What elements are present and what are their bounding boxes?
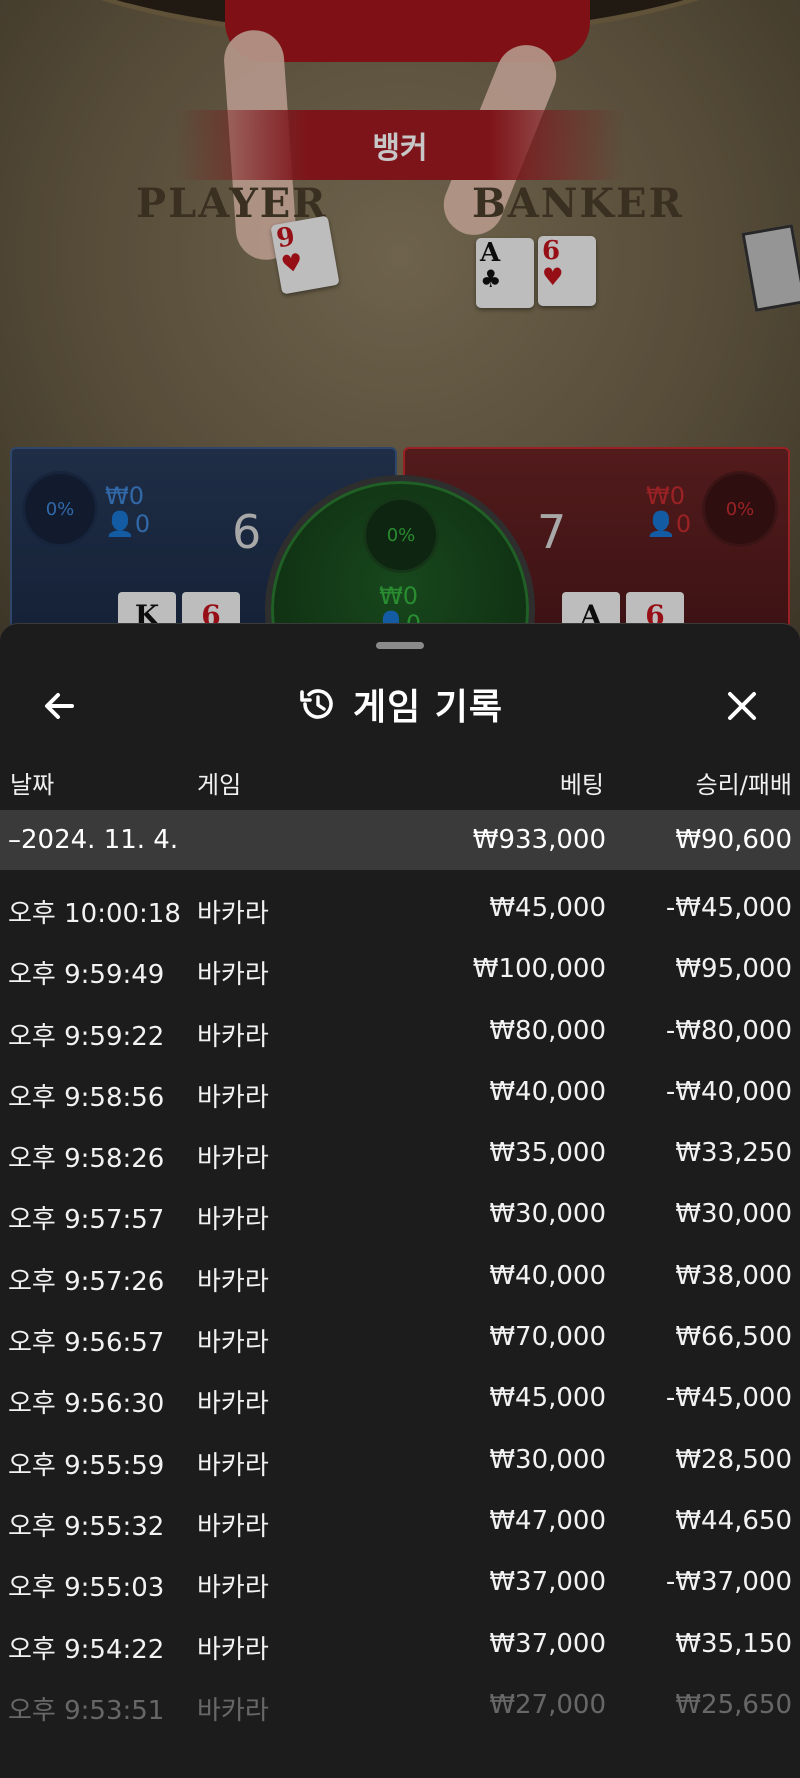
row-time: 오후 10:00:18 <box>8 899 181 929</box>
back-button[interactable] <box>38 684 82 728</box>
row-win-loss: ₩35,150 <box>675 1628 792 1659</box>
row-win-loss: ₩95,000 <box>675 954 792 985</box>
row-time: 오후 9:58:26 <box>8 1144 165 1175</box>
history-row[interactable]: 오후 9:56:30 바카라 ₩45,000 -₩45,000 <box>0 1369 800 1430</box>
history-row[interactable]: 오후 9:58:26 바카라 ₩35,000 ₩33,250 <box>0 1124 800 1185</box>
row-bet: ₩35,000 <box>489 1138 606 1169</box>
row-time: 오후 9:55:32 <box>8 1511 165 1542</box>
column-game: 게임 <box>197 771 242 799</box>
row-win-loss: ₩25,650 <box>675 1689 792 1720</box>
row-bet: ₩27,000 <box>489 1689 606 1720</box>
row-bet: ₩30,000 <box>489 1199 606 1230</box>
close-button[interactable] <box>720 684 764 728</box>
history-list[interactable]: 오후 10:00:18 바카라 ₩45,000 -₩45,000 오후 9:59:49… <box>0 879 800 1737</box>
row-win-loss: -₩45,000 <box>665 1383 792 1414</box>
row-bet: ₩47,000 <box>489 1505 606 1536</box>
date-group-row[interactable]: –2024. 11. 4. ₩933,000 ₩90,600 <box>0 810 800 870</box>
row-win-loss: -₩37,000 <box>665 1567 792 1598</box>
date-group-win-loss-total: ₩90,600 <box>675 825 792 855</box>
row-time: 오후 9:57:57 <box>8 1205 165 1236</box>
row-game: 바카라 <box>197 1328 269 1359</box>
row-bet: ₩45,000 <box>489 1383 606 1414</box>
row-bet: ₩40,000 <box>489 1260 606 1291</box>
row-game: 바카라 <box>197 1144 269 1175</box>
close-icon <box>728 692 756 720</box>
row-game: 바카라 <box>197 899 269 929</box>
row-time: 오후 9:54:22 <box>8 1634 165 1665</box>
row-win-loss: ₩66,500 <box>675 1322 792 1353</box>
row-game: 바카라 <box>197 1021 269 1052</box>
row-bet: ₩100,000 <box>472 954 606 985</box>
overlay-dim <box>0 0 800 640</box>
row-time: 오후 9:59:49 <box>8 960 165 991</box>
sheet-title-group: 게임 기록 <box>0 664 800 744</box>
row-win-loss: ₩33,250 <box>675 1138 792 1169</box>
column-win-loss: 승리/패배 <box>695 771 792 799</box>
row-bet: ₩70,000 <box>489 1322 606 1353</box>
sheet-title: 게임 기록 <box>352 687 503 728</box>
row-game: 바카라 <box>197 1082 269 1113</box>
history-row[interactable]: 오후 9:55:59 바카라 ₩30,000 ₩28,500 <box>0 1431 800 1492</box>
history-row[interactable]: 오후 9:57:57 바카라 ₩30,000 ₩30,000 <box>0 1185 800 1246</box>
row-time: 오후 9:55:03 <box>8 1573 165 1604</box>
game-history-sheet: 게임 기록 날짜 게임 베팅 승리/패배 –2024. 11. 4. ₩933,… <box>0 623 800 1778</box>
row-game: 바카라 <box>197 1634 269 1665</box>
row-game: 바카라 <box>197 1389 269 1420</box>
sheet-header: 게임 기록 <box>0 664 800 744</box>
column-date: 날짜 <box>10 771 55 799</box>
history-row[interactable]: 오후 9:59:22 바카라 ₩80,000 -₩80,000 <box>0 1002 800 1063</box>
history-row[interactable]: 오후 9:55:32 바카라 ₩47,000 ₩44,650 <box>0 1492 800 1553</box>
row-win-loss: ₩28,500 <box>675 1444 792 1475</box>
row-win-loss: -₩40,000 <box>665 1076 792 1107</box>
row-win-loss: -₩80,000 <box>665 1015 792 1046</box>
row-bet: ₩40,000 <box>489 1076 606 1107</box>
row-time: 오후 9:58:56 <box>8 1082 165 1113</box>
row-time: 오후 9:56:30 <box>8 1389 165 1420</box>
row-time: 오후 9:57:26 <box>8 1266 165 1297</box>
arrow-left-icon <box>45 693 74 719</box>
history-clock-icon <box>300 689 333 719</box>
history-row[interactable]: 오후 10:00:18 바카라 ₩45,000 -₩45,000 <box>0 879 800 940</box>
row-game: 바카라 <box>197 1205 269 1236</box>
row-game: 바카라 <box>197 1511 269 1542</box>
row-time: 오후 9:59:22 <box>8 1021 165 1052</box>
column-bet: 베팅 <box>559 771 604 799</box>
row-game: 바카라 <box>197 1695 269 1726</box>
history-row[interactable]: 오후 9:59:49 바카라 ₩100,000 ₩95,000 <box>0 940 800 1001</box>
row-game: 바카라 <box>197 1450 269 1481</box>
history-row[interactable]: 오후 9:58:56 바카라 ₩40,000 -₩40,000 <box>0 1063 800 1124</box>
row-bet: ₩80,000 <box>489 1015 606 1046</box>
row-time: 오후 9:56:57 <box>8 1328 165 1359</box>
history-row[interactable]: 오후 9:53:51 바카라 ₩27,000 ₩25,650 <box>0 1676 800 1737</box>
row-game: 바카라 <box>197 1266 269 1297</box>
drag-handle[interactable] <box>376 642 424 649</box>
row-bet: ₩30,000 <box>489 1444 606 1475</box>
history-row[interactable]: 오후 9:56:57 바카라 ₩70,000 ₩66,500 <box>0 1308 800 1369</box>
history-row[interactable]: 오후 9:55:03 바카라 ₩37,000 -₩37,000 <box>0 1553 800 1614</box>
history-row[interactable]: 오후 9:54:22 바카라 ₩37,000 ₩35,150 <box>0 1615 800 1676</box>
row-win-loss: ₩44,650 <box>675 1505 792 1536</box>
row-win-loss: -₩45,000 <box>665 893 792 923</box>
column-headers: 날짜 게임 베팅 승리/패배 <box>0 749 800 809</box>
date-group-bet-total: ₩933,000 <box>472 825 606 855</box>
row-bet: ₩45,000 <box>489 893 606 923</box>
row-win-loss: ₩30,000 <box>675 1199 792 1230</box>
row-game: 바카라 <box>197 960 269 991</box>
date-group-label: –2024. 11. 4. <box>8 825 179 855</box>
row-time: 오후 9:53:51 <box>8 1695 165 1726</box>
row-game: 바카라 <box>197 1573 269 1604</box>
row-bet: ₩37,000 <box>489 1628 606 1659</box>
row-time: 오후 9:55:59 <box>8 1450 165 1481</box>
history-row[interactable]: 오후 9:57:26 바카라 ₩40,000 ₩38,000 <box>0 1247 800 1308</box>
row-win-loss: ₩38,000 <box>675 1260 792 1291</box>
live-table-video: 뱅커 PLAYER BANKER 9 ♥ A ♣ 6 ♥ 0% ₩0 👤0 6 … <box>0 0 800 640</box>
row-bet: ₩37,000 <box>489 1567 606 1598</box>
